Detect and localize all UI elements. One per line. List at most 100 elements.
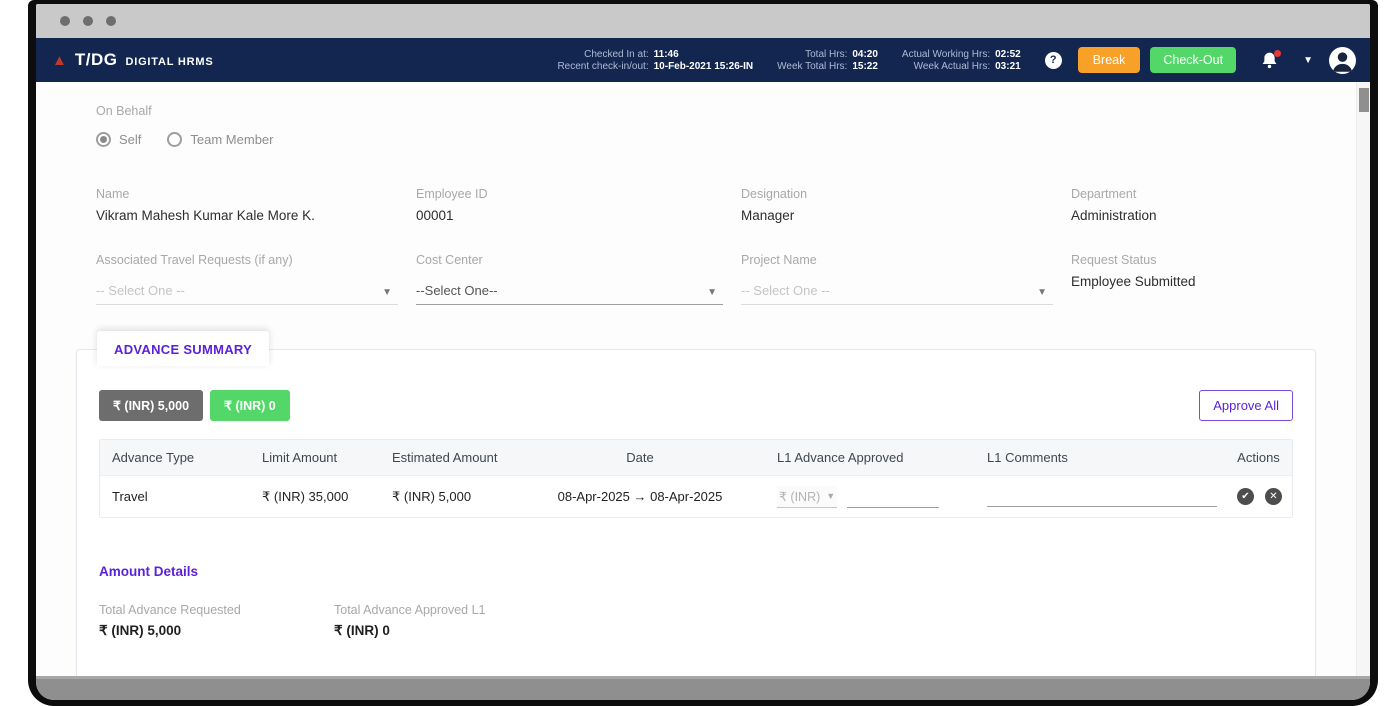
cell-l1-comments [975,486,1225,507]
field-label: Designation [741,187,808,201]
radio-label: Team Member [190,132,274,147]
chevron-down-icon: ▼ [707,287,717,298]
field-designation: Designation Manager [741,187,1071,223]
associated-travel-requests-select[interactable]: -- Select One -- ▼ [96,275,398,305]
col-header-advance-type: Advance Type [112,450,195,465]
field-value: 00001 [416,208,454,223]
field-label: Total Advance Requested [99,603,241,617]
field-project-name: Project Name -- Select One -- ▼ [741,253,1071,305]
field-request-status: Request Status Employee Submitted [1071,253,1316,305]
stat-label: Actual Working Hrs: [901,48,991,60]
profile-chevron-down-icon[interactable]: ▼ [1303,55,1313,66]
cell-actions: ✔ ✕ [1225,488,1294,505]
l1-currency-select[interactable]: ₹ (INR) ▼ [777,485,838,508]
field-department: Department Administration [1071,187,1316,223]
stat-value: 15:22 [852,60,878,72]
chevron-down-icon: ▼ [826,491,836,501]
window-control-dot[interactable] [83,16,93,26]
scrollbar-thumb[interactable] [1359,88,1369,112]
field-label: Project Name [741,253,817,267]
main-content: On Behalf Self Team Member Name Vikram M… [36,82,1370,676]
select-value: ₹ (INR) [779,489,821,504]
app-logo: ▲ T/DG DIGITAL HRMS [52,50,214,70]
approved-amount-badge[interactable]: ₹ (INR) 0 [210,390,290,421]
window-bottom-bar [36,676,1370,700]
radio-self[interactable]: Self [96,132,141,147]
amount-details-title: Amount Details [99,564,199,579]
col-header-date: Date [626,450,654,465]
advance-table: Advance Type Limit Amount Estimated Amou… [99,439,1293,518]
stat-value: 04:20 [852,48,878,60]
stat-label: Week Total Hrs: [777,60,848,72]
cell-advance-type: Travel [112,489,148,504]
radio-label: Self [119,132,142,147]
field-label: Employee ID [416,187,488,201]
checkout-button[interactable]: Check-Out [1150,47,1237,73]
field-label: Cost Center [416,253,483,267]
stat-label: Checked In at: [584,48,649,60]
l1-comments-input[interactable] [987,486,1217,507]
cost-center-select[interactable]: --Select One-- ▼ [416,275,723,305]
field-value: ₹ (INR) 5,000 [99,623,182,638]
select-value: --Select One-- [416,283,498,298]
tab-advance-summary[interactable]: ADVANCE SUMMARY [97,331,270,366]
logo-triangle-icon: ▲ [52,51,67,69]
radio-unselected-icon [167,132,183,147]
field-value: Administration [1071,208,1157,223]
field-associated-travel-requests: Associated Travel Requests (if any) -- S… [96,253,416,305]
field-label: Name [96,187,130,201]
notification-badge-dot [1274,49,1282,57]
cell-l1-advance-approved: ₹ (INR) ▼ [765,485,975,508]
notification-bell-icon[interactable] [1260,49,1282,70]
approve-check-icon[interactable]: ✔ [1237,488,1254,505]
vertical-scrollbar[interactable] [1356,82,1370,676]
approve-all-button[interactable]: Approve All [1199,390,1293,421]
checkin-stats: Checked In at: 11:46 Recent check-in/out… [557,49,753,72]
field-value: Employee Submitted [1071,274,1196,289]
requested-amount-badge[interactable]: ₹ (INR) 5,000 [99,390,204,421]
field-value: ₹ (INR) 0 [334,623,390,638]
break-button[interactable]: Break [1077,47,1141,73]
col-header-actions: Actions [1237,450,1280,465]
field-label: Total Advance Approved L1 [334,603,486,617]
reject-cross-icon[interactable]: ✕ [1265,488,1282,505]
field-name: Name Vikram Mahesh Kumar Kale More K. [96,187,416,223]
field-employee-id: Employee ID 00001 [416,187,741,223]
chevron-down-icon: ▼ [1037,287,1047,298]
total-advance-requested: Total Advance Requested ₹ (INR) 5,000 [99,603,334,639]
select-value: -- Select One -- [741,283,830,298]
field-label: Request Status [1071,253,1157,267]
stat-label: Recent check-in/out: [557,60,649,72]
col-header-l1-advance-approved: L1 Advance Approved [777,450,904,465]
project-name-select[interactable]: -- Select One -- ▼ [741,275,1053,305]
total-advance-approved-l1: Total Advance Approved L1 ₹ (INR) 0 [334,603,1293,639]
logo-app-name: DIGITAL HRMS [125,56,214,68]
user-avatar[interactable] [1329,46,1356,74]
stat-label: Week Actual Hrs: [913,60,991,72]
window-titlebar [36,4,1370,38]
stat-value: 02:52 [995,48,1021,60]
advance-summary-card: ADVANCE SUMMARY ₹ (INR) 5,000 ₹ (INR) 0 … [76,331,1316,676]
app-header: ▲ T/DG DIGITAL HRMS Checked In at: 11:46… [36,38,1370,82]
window-control-dot[interactable] [106,16,116,26]
col-header-l1-comments: L1 Comments [987,450,1068,465]
cell-estimated-amount: ₹ (INR) 5,000 [392,488,472,504]
table-header-row: Advance Type Limit Amount Estimated Amou… [100,440,1292,475]
table-row: Travel ₹ (INR) 35,000 ₹ (INR) 5,000 08-A… [100,475,1292,517]
logo-brand: T/DG [74,50,118,69]
browser-window: ▲ T/DG DIGITAL HRMS Checked In at: 11:46… [28,0,1378,706]
radio-team-member[interactable]: Team Member [167,132,273,147]
col-header-estimated-amount: Estimated Amount [392,450,498,465]
cell-limit-amount: ₹ (INR) 35,000 [262,488,349,504]
actual-hrs-stats: Actual Working Hrs: 02:52 Week Actual Hr… [902,49,1021,72]
help-icon[interactable]: ? [1044,51,1062,69]
chevron-down-icon: ▼ [382,287,392,298]
window-control-dot[interactable] [60,16,70,26]
stat-value: 03:21 [995,60,1021,72]
field-value: Vikram Mahesh Kumar Kale More K. [96,208,315,223]
l1-amount-input[interactable] [847,487,940,508]
stat-value: 10-Feb-2021 15:26-IN [653,60,754,72]
select-value: -- Select One -- [96,283,185,298]
field-label: Associated Travel Requests (if any) [96,253,293,267]
col-header-limit-amount: Limit Amount [262,450,338,465]
